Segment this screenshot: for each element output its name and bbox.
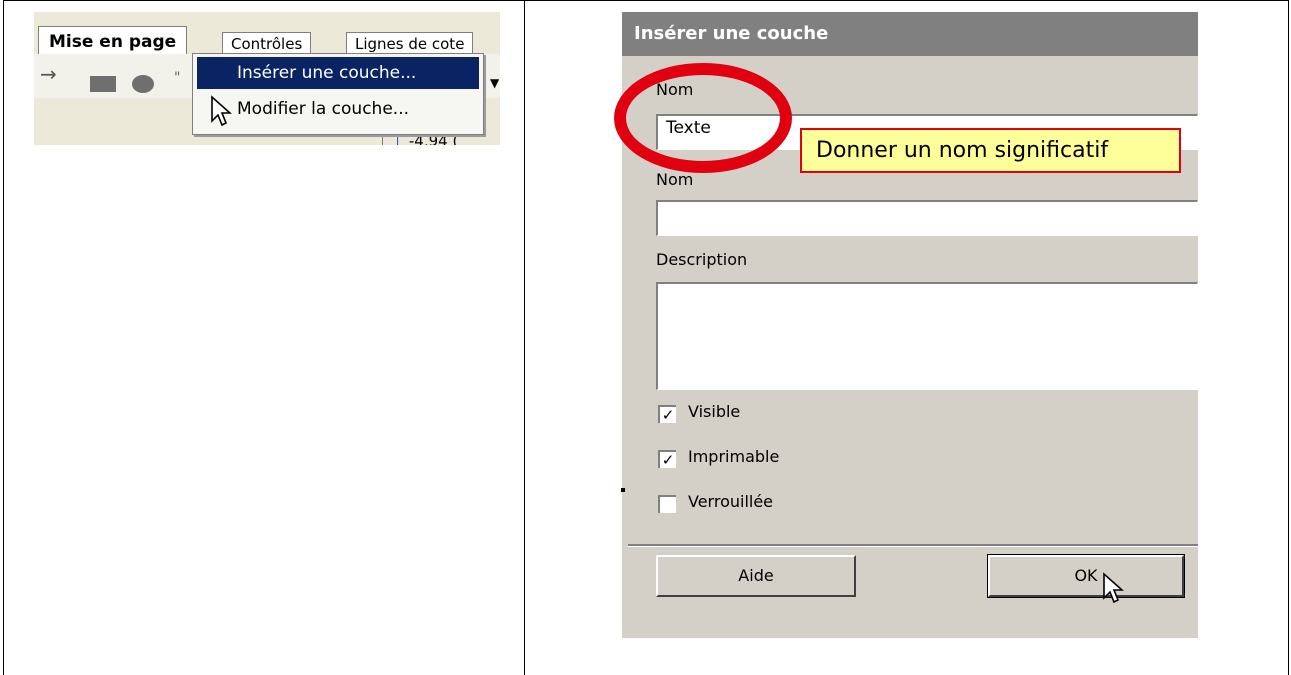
printable-label: Imprimable: [688, 447, 780, 466]
stray-dot: [621, 488, 625, 492]
curve-tool-icon[interactable]: ": [174, 70, 180, 86]
table-left-border: [3, 0, 4, 675]
annotation-callout: Donner un nom significatif: [800, 128, 1181, 173]
description-field[interactable]: [656, 282, 1198, 390]
context-menu: Insérer une couche... Modifier la couche…: [192, 53, 484, 135]
button-divider: [628, 544, 1198, 547]
tab-mise-en-page[interactable]: Mise en page: [38, 26, 188, 57]
ellipse-tool-icon[interactable]: [132, 75, 154, 93]
ok-button[interactable]: OK: [987, 554, 1185, 598]
visible-checkbox[interactable]: ✓: [658, 405, 676, 423]
title-label: Nom: [656, 170, 694, 189]
table-right-border: [1288, 0, 1289, 675]
mouse-pointer-icon: [1103, 572, 1124, 604]
line-arrow-tool-icon[interactable]: →: [40, 62, 57, 86]
table-top-border: [3, 0, 1289, 1]
locked-label: Verrouillée: [688, 492, 774, 511]
locked-checkbox[interactable]: [658, 495, 676, 513]
dropdown-arrow-icon[interactable]: ▼: [490, 76, 499, 90]
left-screenshot: Contrôles Lignes de cote Mise en page → …: [34, 12, 500, 145]
highlight-circle: [614, 63, 792, 173]
menu-item-modify-layer[interactable]: Modifier la couche...: [197, 93, 479, 125]
tab-controles[interactable]: Contrôles: [222, 32, 312, 55]
mouse-pointer-icon: [211, 95, 232, 127]
title-field[interactable]: [656, 200, 1198, 236]
table-column-divider: [524, 0, 525, 675]
help-button[interactable]: Aide: [656, 555, 856, 597]
description-label: Description: [656, 250, 748, 269]
dialog-title: Insérer une couche: [622, 12, 1198, 56]
tab-lignes-de-cote[interactable]: Lignes de cote: [346, 32, 474, 55]
rectangle-tool-icon[interactable]: [90, 76, 116, 92]
printable-checkbox[interactable]: ✓: [658, 450, 676, 468]
visible-label: Visible: [688, 402, 741, 421]
menu-item-insert-layer[interactable]: Insérer une couche...: [197, 57, 479, 89]
